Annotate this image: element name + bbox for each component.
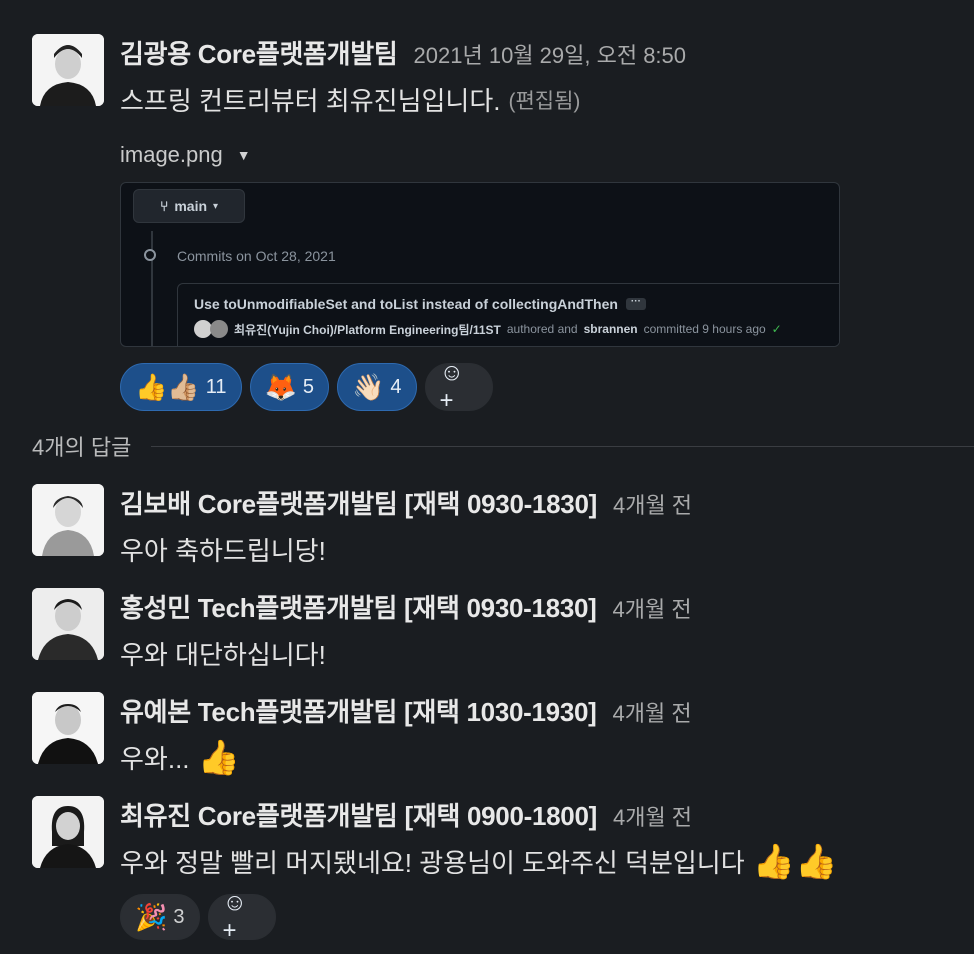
commit-title: Use toUnmodifiableSet and toList instead…: [194, 296, 618, 312]
reaction-count: 3: [173, 905, 185, 928]
avatar[interactable]: [32, 796, 104, 868]
author-name[interactable]: 김보배 Core플랫폼개발팀 [재택 0930-1830]: [120, 484, 597, 521]
timestamp[interactable]: 2021년 10월 29일, 오전 8:50: [414, 38, 686, 70]
commit-title-row: Use toUnmodifiableSet and toList instead…: [194, 296, 646, 312]
commit-meta: 최유진(Yujin Choi)/Platform Engineering팀/11…: [194, 320, 782, 338]
image-preview[interactable]: ⑂ main ▾ Commits on Oct 28, 2021 Use toU…: [120, 182, 840, 347]
author-name[interactable]: 김광용 Core플랫폼개발팀: [120, 34, 398, 71]
branch-icon: ⑂: [159, 198, 169, 214]
message-body: 우와 정말 빨리 머지됐네요! 광용님이 도와주신 덕분입니다: [120, 848, 745, 878]
reaction-count: 11: [205, 375, 227, 398]
thumbs-up-icon: 👍👍🏼: [135, 372, 200, 402]
timestamp[interactable]: 4개월 전: [613, 800, 692, 832]
fox-icon: 🦊: [264, 372, 297, 402]
check-icon: ✓: [771, 322, 782, 336]
add-reaction-button[interactable]: ☺+: [207, 889, 276, 944]
edited-label: (편집됨): [508, 89, 581, 113]
authored-and: authored and: [506, 322, 578, 336]
author-name[interactable]: 유예본 Tech플랫폼개발팀 [재택 1030-1930]: [120, 692, 597, 729]
ellipsis-icon: ···: [625, 297, 646, 310]
attachment-filename[interactable]: image.png: [120, 142, 223, 168]
committed-time: committed 9 hours ago: [643, 322, 766, 336]
replies-count: 4개의 답글: [32, 435, 132, 460]
commit-box: Use toUnmodifiableSet and toList instead…: [177, 283, 839, 346]
message-text: 우와 대단하십니다!: [120, 640, 326, 670]
message-body: 스프링 컨트리뷰터 최유진님입니다.: [120, 86, 501, 116]
message-text: 우와 정말 빨리 머지됐네요! 광용님이 도와주신 덕분입니다 👍👍: [120, 843, 974, 880]
avatar[interactable]: [32, 484, 104, 556]
avatar[interactable]: [32, 588, 104, 660]
commit-author: 최유진(Yujin Choi)/Platform Engineering팀/11…: [234, 322, 501, 337]
reaction-fox[interactable]: 🦊 5: [249, 363, 330, 411]
committer: sbrannen: [583, 322, 638, 336]
timestamp[interactable]: 4개월 전: [613, 696, 692, 728]
commits-on-date: Commits on Oct 28, 2021: [177, 248, 336, 264]
chevron-down-icon[interactable]: ▼: [237, 147, 251, 163]
branch-name: main: [174, 198, 208, 214]
reaction-thumbs-up[interactable]: 👍👍🏼 11: [120, 363, 242, 411]
message-body: 우와...: [120, 744, 190, 774]
reaction-wave[interactable]: 👋🏻 4: [337, 363, 417, 411]
commit-dot-icon: [144, 249, 156, 261]
author-name[interactable]: 최유진 Core플랫폼개발팀 [재택 0900-1800]: [120, 796, 597, 833]
add-reaction-button[interactable]: ☺+: [424, 359, 493, 414]
attachment-header[interactable]: image.png ▼: [120, 142, 974, 168]
timestamp[interactable]: 4개월 전: [613, 592, 692, 624]
party-popper-icon: 🎉: [135, 902, 168, 932]
branch-button: ⑂ main ▾: [133, 189, 245, 223]
avatar[interactable]: [32, 692, 104, 764]
add-emoji-icon: ☺+: [439, 359, 465, 414]
divider-line: [151, 445, 974, 447]
reactions: 👍👍🏼 11 🦊 5 👋🏻 4 ☺+: [120, 359, 974, 414]
waving-hand-icon: 👋🏻: [352, 372, 385, 402]
message-text: 우아 축하드립니당!: [120, 536, 326, 566]
dropdown-caret-icon: ▾: [213, 200, 219, 212]
reactions: 🎉 3 ☺+: [120, 889, 974, 944]
reaction-count: 5: [302, 375, 315, 398]
reaction-count: 4: [390, 375, 402, 398]
thumbs-up-icon: 👍👍: [752, 842, 838, 881]
timestamp[interactable]: 4개월 전: [613, 488, 692, 520]
avatar[interactable]: [32, 34, 104, 106]
message-text: 스프링 컨트리뷰터 최유진님입니다. (편집됨): [120, 81, 974, 118]
replies-divider: 4개의 답글: [32, 430, 974, 462]
message-text: 우와... 👍: [120, 739, 974, 776]
reaction-party[interactable]: 🎉 3: [120, 894, 200, 940]
thumbs-up-icon: 👍: [197, 738, 240, 777]
add-emoji-icon: ☺+: [222, 889, 248, 944]
author-name[interactable]: 홍성민 Tech플랫폼개발팀 [재택 0930-1830]: [120, 588, 597, 625]
committer-avatar-icon: [210, 320, 228, 338]
